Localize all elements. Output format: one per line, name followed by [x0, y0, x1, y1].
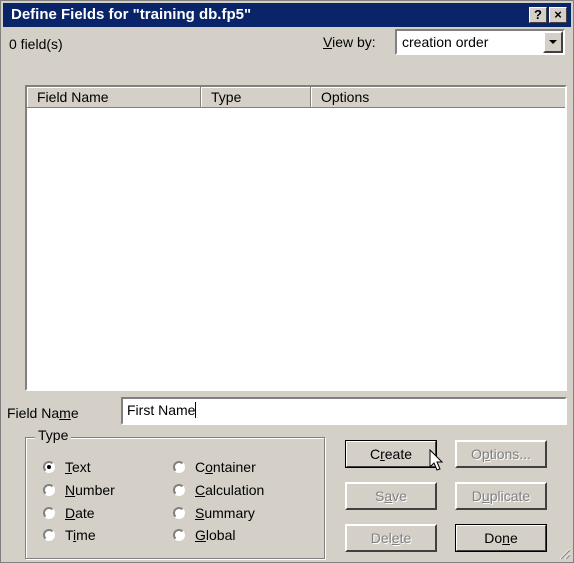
- close-button[interactable]: ×: [549, 7, 567, 23]
- field-name-label: Field Name: [7, 405, 79, 421]
- column-header-type[interactable]: Type: [201, 87, 311, 108]
- size-grip-icon[interactable]: [557, 546, 571, 560]
- radio-selected-dot: [47, 465, 51, 469]
- view-by-label: View by:: [323, 34, 376, 50]
- table-body[interactable]: [27, 108, 565, 389]
- view-by-select[interactable]: creation order: [395, 29, 565, 55]
- text-caret: [195, 402, 197, 418]
- save-button[interactable]: Save: [345, 482, 437, 510]
- dropdown-arrow-icon: [549, 40, 557, 44]
- delete-button[interactable]: Delete: [345, 524, 437, 552]
- column-header-field-name[interactable]: Field Name: [27, 87, 201, 108]
- question-icon: ?: [534, 7, 542, 22]
- window-title: Define Fields for "training db.fp5": [11, 6, 252, 23]
- field-count-label: 0 field(s): [9, 36, 63, 52]
- duplicate-button[interactable]: Duplicate: [455, 482, 547, 510]
- mouse-pointer-icon: [429, 449, 444, 471]
- column-header-options[interactable]: Options: [311, 87, 565, 108]
- define-fields-dialog: Define Fields for "training db.fp5" ? × …: [0, 0, 574, 563]
- view-by-value: creation order: [402, 34, 489, 50]
- type-group-label: Type: [35, 427, 72, 443]
- table-header: Field Name Type Options: [27, 87, 565, 108]
- options-button[interactable]: Options...: [455, 440, 547, 468]
- fields-table[interactable]: Field Name Type Options: [25, 85, 567, 391]
- done-button[interactable]: Done: [455, 524, 547, 552]
- field-name-value: First Name: [127, 402, 196, 418]
- create-button[interactable]: Create: [345, 440, 437, 468]
- view-by-dropdown-button[interactable]: [543, 31, 563, 53]
- help-button[interactable]: ?: [529, 7, 547, 23]
- close-icon: ×: [554, 7, 562, 22]
- field-name-input[interactable]: First Name: [121, 397, 567, 425]
- title-bar[interactable]: Define Fields for "training db.fp5" ? ×: [3, 3, 571, 27]
